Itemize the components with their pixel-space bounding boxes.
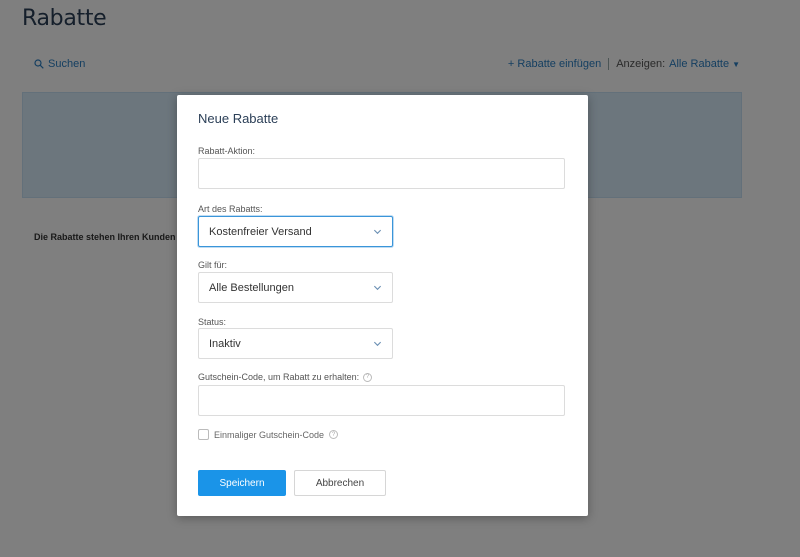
status-label-text: Status: bbox=[198, 317, 227, 327]
action-label: Rabatt-Aktion: bbox=[198, 146, 255, 156]
coupon-label-text: Gutschein-Code, um Rabatt zu erhalten: bbox=[198, 372, 360, 382]
status-label: Status: bbox=[198, 317, 226, 327]
type-label: Art des Rabatts: bbox=[198, 204, 263, 214]
status-select[interactable]: Inaktiv bbox=[198, 328, 393, 359]
type-label-text: Art des Rabatts: bbox=[198, 204, 263, 214]
applies-to-label: Gilt für: bbox=[198, 260, 227, 270]
help-icon[interactable]: ? bbox=[329, 430, 339, 439]
type-select[interactable]: Kostenfreier Versand bbox=[198, 216, 393, 247]
applies-to-select-value: Alle Bestellungen bbox=[209, 281, 295, 294]
type-select-value: Kostenfreier Versand bbox=[209, 225, 312, 238]
single-use-label: Einmaliger Gutschein-Code bbox=[214, 429, 325, 440]
new-discount-dialog: Neue Rabatte Rabatt-Aktion: Art des Raba… bbox=[177, 95, 588, 516]
applies-to-select[interactable]: Alle Bestellungen bbox=[198, 272, 393, 303]
dialog-title: Neue Rabatte bbox=[198, 111, 279, 126]
action-label-text: Rabatt-Aktion: bbox=[198, 146, 256, 156]
chevron-down-icon bbox=[373, 341, 382, 347]
action-input[interactable] bbox=[198, 158, 565, 189]
status-select-value: Inaktiv bbox=[209, 337, 241, 350]
applies-to-label-text: Gilt für: bbox=[198, 260, 228, 270]
single-use-checkbox[interactable] bbox=[198, 429, 209, 440]
coupon-label: Gutschein-Code, um Rabatt zu erhalten: ? bbox=[198, 372, 373, 382]
help-icon[interactable]: ? bbox=[363, 372, 373, 382]
chevron-down-icon bbox=[373, 229, 382, 235]
save-button[interactable]: Speichern bbox=[198, 470, 286, 496]
cancel-button[interactable]: Abbrechen bbox=[294, 470, 386, 496]
single-use-row: Einmaliger Gutschein-Code ? bbox=[198, 429, 339, 440]
chevron-down-icon bbox=[373, 285, 382, 291]
coupon-code-input[interactable] bbox=[198, 385, 565, 416]
